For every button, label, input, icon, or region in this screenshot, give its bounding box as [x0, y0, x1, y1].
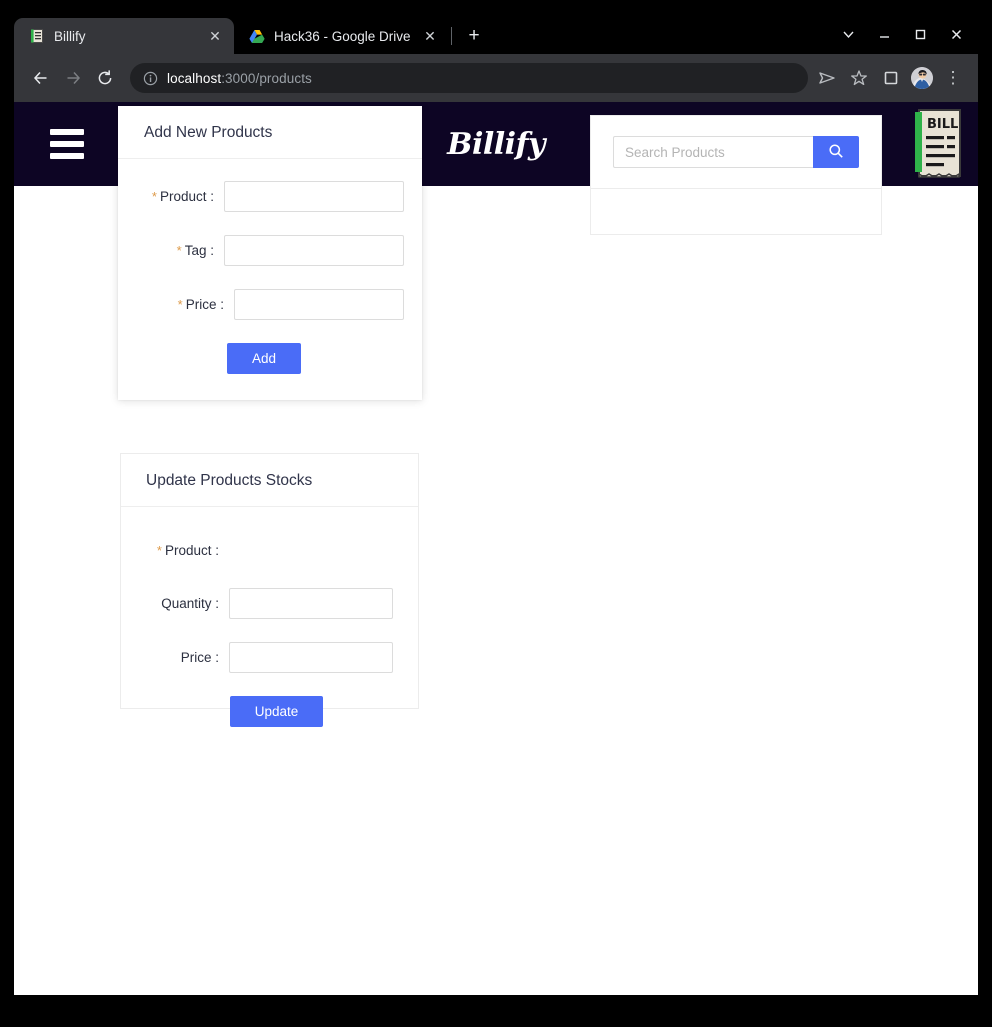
tab-divider	[451, 27, 452, 45]
product-label: * Product :	[151, 189, 214, 204]
product-select[interactable]	[229, 537, 399, 563]
tab-search-icon[interactable]	[830, 15, 866, 53]
info-circle-icon[interactable]	[142, 70, 158, 86]
bill-receipt-icon	[28, 28, 45, 45]
card-title: Add New Products	[118, 106, 422, 159]
browser-toolbar: localhost:3000/products ⋮	[14, 54, 978, 102]
add-products-form: * Product : * Tag : * Price : Add	[118, 159, 422, 400]
minimize-button[interactable]	[866, 15, 902, 53]
tag-input[interactable]	[224, 235, 404, 266]
form-row-product: * Product :	[136, 181, 404, 212]
tab-close-button[interactable]: ✕	[421, 27, 439, 45]
form-row-product: * Product :	[139, 537, 400, 563]
add-button[interactable]: Add	[227, 343, 301, 374]
search-results-list	[591, 188, 881, 234]
tab-title: Hack36 - Google Drive	[274, 28, 411, 44]
form-row-price: Price :	[139, 642, 400, 673]
quantity-label: Quantity :	[161, 596, 219, 611]
page-content: Billify BILL $ Add New Products	[14, 102, 978, 995]
tab-title: Billify	[54, 28, 86, 44]
required-asterisk: *	[151, 189, 157, 204]
svg-text:BILL $: BILL $	[927, 117, 964, 132]
product-label: * Product :	[156, 542, 219, 558]
search-input[interactable]	[613, 136, 813, 168]
search-products-card	[590, 115, 882, 235]
tab-billify[interactable]: Billify ✕	[14, 18, 234, 54]
product-input[interactable]	[224, 181, 404, 212]
magnifier-icon	[828, 143, 844, 162]
update-stocks-card: Update Products Stocks * Product : Quanti…	[120, 453, 419, 727]
add-products-card: Add New Products * Product : * Tag : * P…	[118, 106, 422, 400]
send-arrow-icon[interactable]	[812, 63, 842, 93]
tab-strip: Billify ✕ Hack36 - Google Drive ✕ +	[14, 14, 978, 54]
google-drive-icon	[248, 28, 265, 45]
required-asterisk: *	[156, 542, 162, 558]
square-panel-icon[interactable]	[876, 63, 906, 93]
url-path: :3000/products	[221, 70, 312, 86]
search-button[interactable]	[813, 136, 859, 168]
tab-close-button[interactable]: ✕	[206, 27, 224, 45]
profile-avatar[interactable]	[911, 67, 933, 89]
star-icon[interactable]	[844, 63, 874, 93]
browser-menu-button[interactable]: ⋮	[938, 63, 968, 93]
bill-receipt-logo: BILL $	[910, 108, 972, 180]
price-label: * Price :	[177, 297, 224, 312]
back-button[interactable]	[26, 63, 56, 93]
price-input[interactable]	[229, 642, 393, 673]
required-asterisk: *	[176, 243, 182, 258]
tag-label: * Tag :	[176, 243, 214, 258]
update-button-row: Update	[139, 696, 400, 727]
form-row-price: * Price :	[136, 289, 404, 320]
url-host: localhost	[167, 70, 222, 86]
price-label: Price :	[180, 650, 219, 665]
close-window-button[interactable]	[938, 15, 974, 53]
address-bar[interactable]: localhost:3000/products	[130, 63, 808, 93]
url-text: localhost:3000/products	[167, 71, 312, 86]
browser-window: Billify ✕ Hack36 - Google Drive ✕ + loca…	[14, 14, 978, 995]
reload-button[interactable]	[90, 63, 120, 93]
update-stocks-form: * Product : Quantity : Price : Update	[121, 507, 418, 753]
search-bar-wrapper	[591, 116, 881, 188]
update-button[interactable]: Update	[230, 696, 323, 727]
add-button-row: Add	[136, 343, 404, 374]
new-tab-button[interactable]: +	[460, 22, 488, 50]
window-controls	[830, 14, 974, 54]
quantity-input[interactable]	[229, 588, 393, 619]
forward-button[interactable]	[58, 63, 88, 93]
required-asterisk: *	[177, 297, 183, 312]
search-bar	[613, 136, 859, 168]
form-row-quantity: Quantity :	[139, 588, 400, 619]
card-title: Update Products Stocks	[121, 454, 418, 507]
hamburger-menu-icon[interactable]	[50, 129, 84, 159]
tab-google-drive[interactable]: Hack36 - Google Drive ✕	[234, 18, 449, 54]
price-input[interactable]	[234, 289, 404, 320]
maximize-button[interactable]	[902, 15, 938, 53]
form-row-tag: * Tag :	[136, 235, 404, 266]
